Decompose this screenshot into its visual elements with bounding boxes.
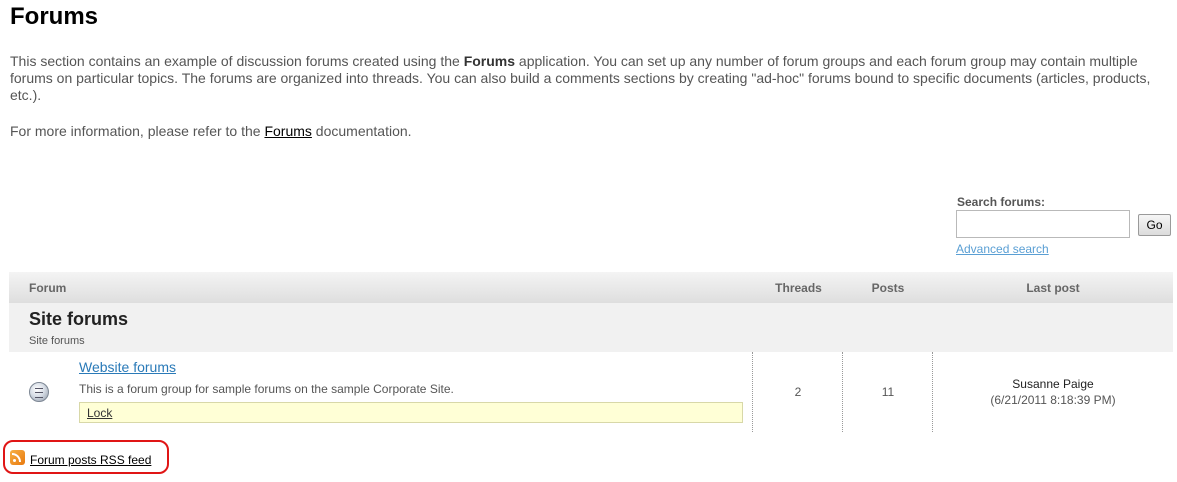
forums-documentation-link[interactable]: Forums [264, 123, 311, 139]
forum-group-description: Site forums [29, 335, 85, 347]
more-info-start: For more information, please refer to th… [10, 123, 265, 139]
post-count: 11 [881, 385, 895, 399]
forum-description: This is a forum group for sample forums … [79, 382, 454, 396]
go-button[interactable]: Go [1138, 214, 1171, 236]
column-header-threads: Threads [775, 281, 822, 295]
table-row: Website forums This is a forum group for… [9, 352, 1173, 432]
forum-name-link[interactable]: Website forums [79, 359, 176, 375]
forum-table: Forum Threads Posts Last post Site forum… [9, 272, 1173, 432]
column-header-forum: Forum [29, 281, 67, 295]
intro-text-start: This section contains an example of disc… [10, 53, 464, 69]
forum-icon [29, 382, 49, 402]
search-forums-input[interactable] [956, 210, 1130, 238]
intro-text: This section contains an example of disc… [10, 53, 1160, 104]
more-info-text: For more information, please refer to th… [10, 123, 412, 139]
column-header-last-post: Last post [1026, 281, 1080, 295]
column-header-posts: Posts [871, 281, 905, 295]
more-info-end: documentation. [311, 123, 412, 139]
rss-icon[interactable] [10, 450, 25, 465]
forum-action-bar: Lock [79, 402, 743, 423]
intro-text-bold: Forums [463, 53, 516, 69]
last-post-date: (6/21/2011 8:18:39 PM) [990, 393, 1116, 407]
rss-feed-link[interactable]: Forum posts RSS feed [30, 453, 151, 467]
lock-link[interactable]: Lock [87, 406, 112, 420]
advanced-search-link[interactable]: Advanced search [956, 242, 1049, 256]
search-forums-label: Search forums: [957, 195, 1046, 209]
forum-group-row: Site forums Site forums [9, 303, 1173, 352]
thread-count: 2 [794, 385, 802, 399]
forum-group-title: Site forums [29, 309, 129, 329]
page-title: Forums [10, 3, 99, 30]
last-post-author: Susanne Paige [1012, 377, 1094, 391]
table-header: Forum Threads Posts Last post [9, 272, 1173, 303]
